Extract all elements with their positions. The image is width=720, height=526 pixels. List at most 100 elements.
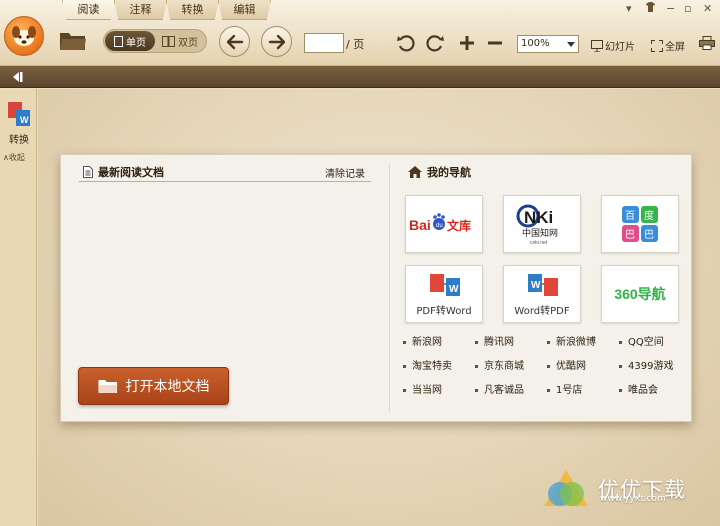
fullscreen-label: 全屏 <box>665 42 685 53</box>
link-weibo[interactable]: 新浪微博 <box>547 333 596 348</box>
convert-icon: W <box>8 102 30 126</box>
pdf-to-word-icon: W <box>430 273 460 296</box>
link-jd[interactable]: 京东商城 <box>475 357 524 372</box>
svg-text:Bai: Bai <box>409 217 431 233</box>
recent-divider <box>79 181 371 182</box>
home-icon <box>408 166 422 178</box>
svg-text:度: 度 <box>644 209 654 222</box>
rotate-right-icon <box>426 35 444 52</box>
svg-text:W: W <box>20 115 29 125</box>
baike-logo: 百 度 巴 巴 <box>622 206 658 242</box>
fullscreen-icon <box>651 39 663 52</box>
double-page-button[interactable]: 双页 <box>155 31 205 51</box>
next-page-button[interactable] <box>261 26 292 57</box>
zoom-select[interactable]: 100% <box>517 35 579 53</box>
tile-pdf-to-word[interactable]: W PDF转Word <box>405 265 483 323</box>
svg-text:W: W <box>531 280 541 291</box>
print-button[interactable] <box>698 35 716 51</box>
svg-text:中国知网: 中国知网 <box>522 227 558 239</box>
open-folder-button[interactable] <box>58 28 88 52</box>
menu-icon[interactable]: ▾ <box>626 2 632 15</box>
link-tencent[interactable]: 腾讯网 <box>475 333 514 348</box>
collapse-left-icon <box>13 72 23 82</box>
slideshow-label: 幻灯片 <box>605 42 635 53</box>
nav-title: 我的导航 <box>427 166 471 179</box>
tile-pdf-to-word-label: PDF转Word <box>416 305 472 317</box>
cnki-logo: NKi 中国知网 cnki.net <box>516 204 558 246</box>
tile-360-nav[interactable]: 360导航 <box>601 265 679 323</box>
printer-icon <box>699 36 715 50</box>
watermark-url: www.yyxt.com <box>600 494 666 504</box>
slideshow-button[interactable]: 幻灯片 <box>591 38 635 53</box>
nav-header: 我的导航 <box>408 164 471 180</box>
svg-text:NKi: NKi <box>524 208 553 227</box>
document-icon <box>83 166 93 178</box>
sidebar-collapse-toggle[interactable]: ∧收起 <box>3 152 25 163</box>
skin-icon[interactable] <box>645 2 656 15</box>
clear-history-link[interactable]: 清除记录 <box>325 165 365 180</box>
zoom-value: 100% <box>521 38 550 49</box>
rotate-left-icon <box>397 35 415 52</box>
svg-text:巴: 巴 <box>644 229 654 241</box>
folder-icon <box>98 380 117 393</box>
menu-tabs: 阅读 注释 转换 编辑 <box>62 0 271 20</box>
link-taobao[interactable]: 淘宝特卖 <box>403 357 452 372</box>
close-icon[interactable]: ✕ <box>703 2 712 15</box>
svg-text:W: W <box>449 284 459 295</box>
tile-360-label: 360导航 <box>614 286 666 302</box>
panel-divider <box>389 163 390 413</box>
tile-cnki[interactable]: NKi 中国知网 cnki.net <box>503 195 581 253</box>
sidebar-convert-label: 转换 <box>9 135 29 146</box>
single-page-button[interactable]: 单页 <box>105 31 155 51</box>
zoom-in-button[interactable] <box>456 32 478 54</box>
open-local-document-button[interactable]: 打开本地文档 <box>78 367 229 405</box>
fullscreen-button[interactable]: 全屏 <box>651 38 685 53</box>
svg-text:百: 百 <box>625 210 635 222</box>
link-dangdang[interactable]: 当当网 <box>403 381 442 396</box>
single-page-label: 单页 <box>126 37 146 49</box>
main-toolbar: 阅读 注释 转换 编辑 ▾ − ▫ ✕ 单页 双页 / 页 100% 幻灯片 全… <box>0 0 720 66</box>
chevron-down-icon <box>567 42 575 47</box>
link-vip[interactable]: 唯品会 <box>619 381 658 396</box>
prev-page-button[interactable] <box>219 26 250 57</box>
link-sina[interactable]: 新浪网 <box>403 333 442 348</box>
minimize-icon[interactable]: − <box>666 2 675 15</box>
link-4399[interactable]: 4399游戏 <box>619 357 673 372</box>
double-page-icon <box>162 35 175 47</box>
arrow-right-icon <box>268 34 285 49</box>
svg-text:文库: 文库 <box>447 218 471 233</box>
baidu-wenku-logo: Bai du 文库 <box>409 213 471 233</box>
tab-convert[interactable]: 转换 <box>166 0 219 20</box>
tile-word-to-pdf[interactable]: W Word转PDF <box>503 265 581 323</box>
sidebar-convert-button[interactable]: W 转换 <box>7 102 31 146</box>
link-youku[interactable]: 优酷网 <box>547 357 586 372</box>
rotate-left-button[interactable] <box>395 32 417 54</box>
watermark-logo-icon <box>544 470 588 506</box>
maximize-icon[interactable]: ▫ <box>684 2 691 15</box>
collapse-sidebar-button[interactable] <box>9 70 25 84</box>
tile-baidu-baike[interactable]: 百 度 巴 巴 <box>601 195 679 253</box>
page-number-input[interactable] <box>304 33 344 53</box>
page-view-toggle: 单页 双页 <box>103 29 207 53</box>
link-vancl[interactable]: 凡客诚品 <box>475 381 524 396</box>
link-qzone[interactable]: QQ空间 <box>619 333 664 348</box>
svg-text:巴: 巴 <box>625 229 635 241</box>
dog-logo-icon <box>12 26 36 46</box>
arrow-left-icon <box>226 34 243 49</box>
site-watermark: 优优下载 www.yyxt.com <box>540 466 686 512</box>
app-logo[interactable] <box>4 16 44 56</box>
rotate-right-button[interactable] <box>424 32 446 54</box>
zoom-out-button[interactable] <box>484 32 506 54</box>
tab-edit[interactable]: 编辑 <box>218 0 271 20</box>
start-panel: 最新阅读文档 清除记录 打开本地文档 我的导航 Bai du 文库 NKi 中国… <box>60 154 692 422</box>
slideshow-icon <box>591 39 603 52</box>
recent-docs-header: 最新阅读文档 <box>83 164 164 180</box>
tab-annotate[interactable]: 注释 <box>114 0 167 20</box>
double-page-label: 双页 <box>178 37 198 49</box>
tile-word-to-pdf-label: Word转PDF <box>514 305 570 317</box>
link-yhd[interactable]: 1号店 <box>547 381 582 396</box>
tile-baidu-wenku[interactable]: Bai du 文库 <box>405 195 483 253</box>
left-sidebar: W 转换 ∧收起 <box>0 89 37 526</box>
svg-text:du: du <box>436 223 443 229</box>
tab-read[interactable]: 阅读 <box>62 0 115 20</box>
